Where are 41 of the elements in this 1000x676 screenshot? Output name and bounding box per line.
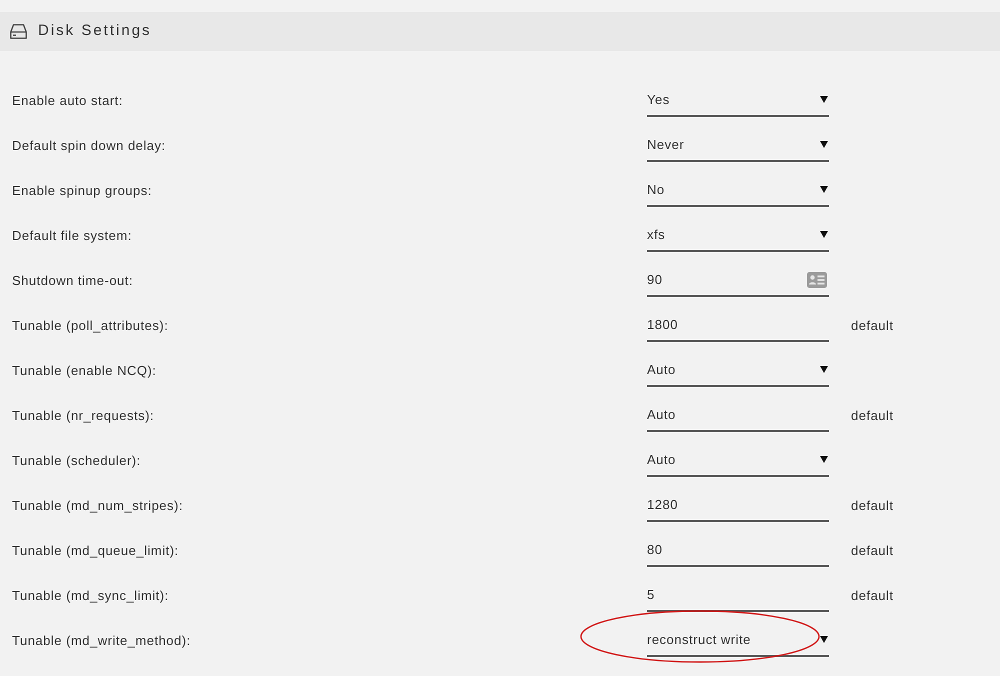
default-hint: default	[851, 542, 894, 560]
caret-down-icon	[820, 366, 828, 373]
setting-label: Enable auto start:	[12, 92, 123, 110]
dropdown[interactable]: Auto	[647, 354, 829, 386]
caret-down-icon	[820, 96, 828, 103]
setting-label: Tunable (enable NCQ):	[12, 362, 156, 380]
setting-label: Tunable (md_write_method):	[12, 632, 191, 650]
hard-drive-icon	[10, 24, 27, 39]
dropdown[interactable]: xfs	[647, 220, 829, 252]
default-hint: default	[851, 496, 894, 515]
setting-label: Tunable (md_num_stripes):	[12, 496, 183, 515]
dropdown[interactable]: Auto	[647, 444, 829, 476]
text-field[interactable]: 1280	[647, 490, 829, 522]
caret-down-icon	[820, 456, 828, 463]
caret-down-icon	[820, 636, 828, 643]
setting-label: Default file system:	[12, 226, 132, 245]
setting-label: Tunable (scheduler):	[12, 452, 141, 470]
dropdown[interactable]: Yes	[647, 84, 829, 116]
setting-label: Tunable (poll_attributes):	[12, 316, 168, 335]
default-hint: default	[851, 586, 894, 605]
setting-label: Tunable (nr_requests):	[12, 406, 154, 425]
caret-down-icon	[820, 141, 828, 148]
text-field[interactable]: 5	[647, 580, 829, 612]
setting-label: Enable spinup groups:	[12, 182, 152, 200]
number-field[interactable]: 90	[647, 264, 829, 296]
contact-card-icon	[807, 272, 827, 288]
setting-label: Shutdown time-out:	[12, 272, 134, 290]
setting-label: Tunable (md_sync_limit):	[12, 586, 169, 605]
dropdown[interactable]: No	[647, 174, 829, 206]
panel-title: Disk Settings	[38, 21, 152, 42]
setting-label: Tunable (md_queue_limit):	[12, 542, 179, 560]
setting-label: Default spin down delay:	[12, 136, 166, 155]
text-field[interactable]: Auto	[647, 400, 829, 432]
default-hint: default	[851, 406, 894, 425]
caret-down-icon	[820, 231, 828, 238]
text-field[interactable]: 1800	[647, 310, 829, 342]
text-field[interactable]: 80	[647, 534, 829, 566]
caret-down-icon	[820, 186, 828, 193]
dropdown[interactable]: reconstruct write	[647, 624, 829, 656]
default-hint: default	[851, 316, 894, 335]
dropdown[interactable]: Never	[647, 130, 829, 162]
